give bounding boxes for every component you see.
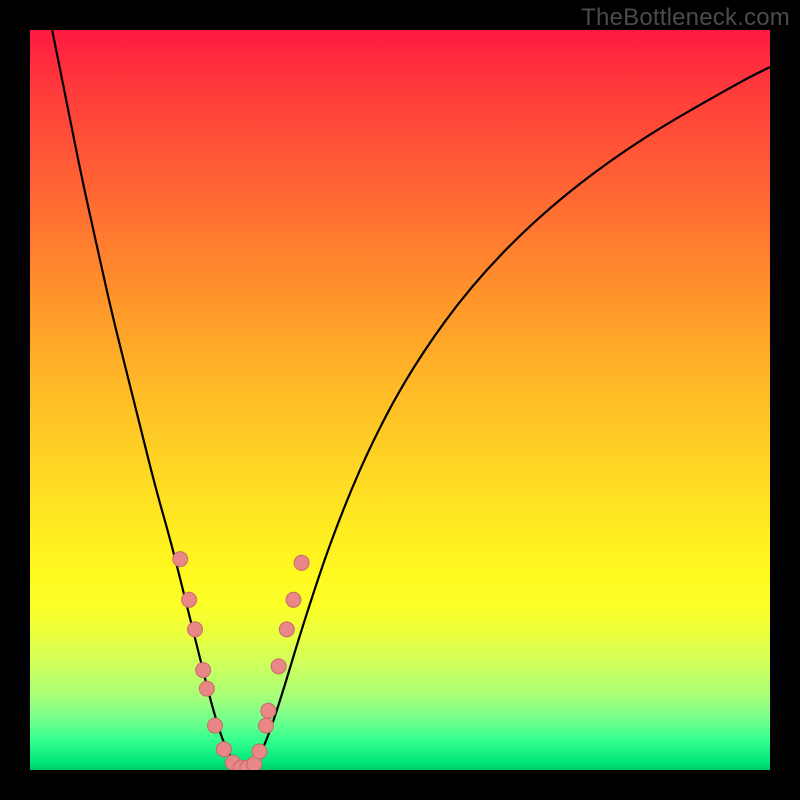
sample-point-marker [271, 659, 286, 674]
curve-left-branch [52, 30, 244, 770]
curve-right-branch [245, 67, 770, 770]
plot-area [30, 30, 770, 770]
sample-point-marker [259, 718, 274, 733]
chart-frame: TheBottleneck.com [0, 0, 800, 800]
chart-svg [30, 30, 770, 770]
sample-point-marker [208, 718, 223, 733]
sample-point-marker [173, 552, 188, 567]
sample-point-marker [279, 622, 294, 637]
sample-point-marker [182, 592, 197, 607]
sample-points-group [173, 552, 309, 770]
sample-point-marker [188, 622, 203, 637]
sample-point-marker [252, 744, 267, 759]
sample-point-marker [199, 681, 214, 696]
sample-point-marker [286, 592, 301, 607]
sample-point-marker [294, 555, 309, 570]
sample-point-marker [261, 703, 276, 718]
sample-point-marker [216, 742, 231, 757]
watermark-text: TheBottleneck.com [581, 4, 790, 32]
sample-point-marker [196, 663, 211, 678]
